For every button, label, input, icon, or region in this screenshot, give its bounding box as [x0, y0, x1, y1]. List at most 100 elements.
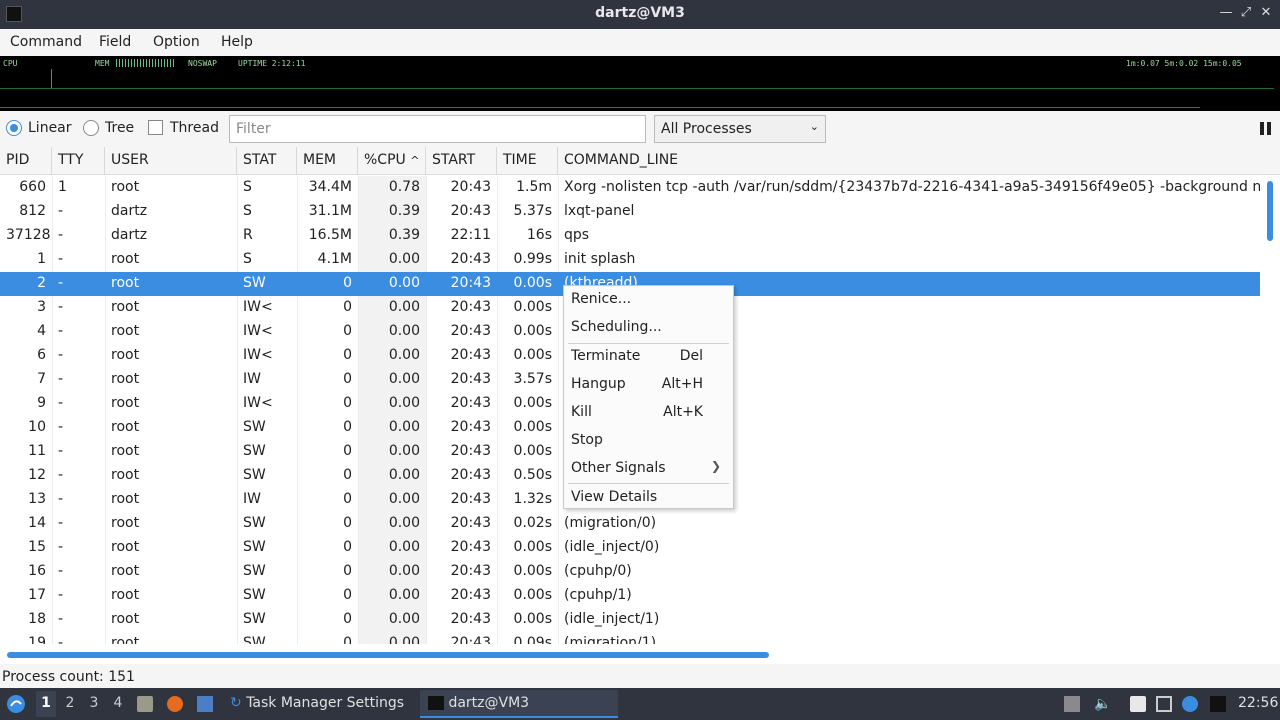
linear-radio[interactable]	[6, 120, 22, 136]
menu-item-hangup[interactable]: Hangup Alt+H	[564, 371, 733, 399]
vertical-scrollbar-thumb[interactable]	[1267, 181, 1273, 241]
process-filter-select[interactable]: All Processes ⌄	[654, 115, 826, 143]
table-row[interactable]: 812- dartz S 31.1M 0.39 20:43 5.37s lxqt-panel	[0, 200, 1260, 224]
table-row[interactable]: 37128- dartz R 16.5M 0.39 22:11 16s qps	[0, 224, 1260, 248]
file-manager-icon[interactable]	[137, 696, 153, 712]
tree-label[interactable]: Tree	[105, 120, 134, 136]
workspace-3[interactable]: 3	[84, 695, 104, 711]
col-time[interactable]: TIME	[497, 147, 558, 175]
filter-input[interactable]	[229, 115, 646, 143]
cell-start: 20:43	[450, 587, 491, 603]
cell-start: 20:43	[450, 419, 491, 435]
cell-cpu: 0.00	[388, 467, 420, 483]
menu-item-terminate[interactable]: Terminate Del	[564, 343, 733, 371]
close-icon[interactable]: ✕	[1258, 5, 1274, 23]
table-row[interactable]: 19 - root SW 0 0.00 20:43 0.09s (migration/1)	[0, 632, 1260, 644]
maximize-icon[interactable]: ⤢	[1238, 5, 1254, 23]
menu-item-label: Kill	[571, 404, 592, 420]
cell-stat: SW	[243, 563, 266, 579]
menu-field[interactable]: Field	[99, 34, 131, 50]
cell-cpu: 0.00	[388, 611, 420, 627]
cell-stat: IW<	[243, 323, 273, 339]
cell-time: 1.32s	[513, 491, 552, 507]
cell-command-line: (cpuhp/0)	[564, 563, 632, 579]
table-row[interactable]: 15- root SW 0 0.00 20:43 0.00s (idle_inject/0)	[0, 536, 1260, 560]
menu-item-label: Hangup	[571, 376, 626, 392]
clipboard-icon[interactable]	[1064, 696, 1080, 712]
notes-icon[interactable]	[1130, 696, 1146, 712]
col-start[interactable]: START	[426, 147, 497, 175]
vertical-scrollbar[interactable]	[1262, 176, 1278, 644]
cell-user: root	[111, 467, 140, 483]
cell-cpu: 0.00	[388, 275, 420, 291]
cell-tty: -	[58, 251, 64, 267]
cell-start: 20:43	[450, 299, 491, 315]
menu-command[interactable]: Command	[10, 34, 82, 50]
menu-item-stop[interactable]: Stop	[564, 427, 733, 455]
graph-line	[0, 88, 1274, 89]
cell-time: 0.00s	[513, 275, 552, 291]
tree-radio[interactable]	[83, 120, 99, 136]
minimize-icon[interactable]: —	[1218, 5, 1234, 23]
task-task-manager-settings[interactable]: ↻ Task Manager Settings	[222, 690, 412, 718]
desktop-icon[interactable]	[197, 696, 213, 712]
menu-help[interactable]: Help	[221, 34, 253, 50]
firefox-icon[interactable]	[167, 696, 183, 712]
linear-label[interactable]: Linear	[28, 120, 72, 136]
cell-start: 20:43	[450, 443, 491, 459]
cell-tty: -	[58, 563, 64, 579]
cell-tty: -	[58, 515, 64, 531]
cell-user: root	[111, 491, 140, 507]
cell-time: 16s	[526, 227, 552, 243]
start-menu-icon[interactable]	[6, 694, 26, 718]
menu-item-view-details[interactable]: View Details	[564, 484, 733, 512]
table-row[interactable]: 1- root S 4.1M 0.00 20:43 0.99s init splash	[0, 248, 1260, 272]
menu-item-other-signals[interactable]: Other Signals ❯	[564, 455, 733, 483]
thread-label[interactable]: Thread	[170, 120, 219, 136]
swap-label: NOSWAP	[188, 59, 217, 68]
menu-item-kill[interactable]: Kill Alt+K	[564, 399, 733, 427]
cell-tty: -	[58, 347, 64, 363]
task-label: dartz@VM3	[448, 695, 530, 711]
menu-item-scheduling[interactable]: Scheduling...	[564, 314, 733, 342]
taskbar: 1 2 3 4 ↻ Task Manager Settings dartz@VM…	[0, 688, 1280, 720]
cell-start: 20:43	[450, 275, 491, 291]
cell-mem: 4.1M	[317, 251, 352, 267]
col-stat[interactable]: STAT	[237, 147, 297, 175]
table-row[interactable]: 17- root SW 0 0.00 20:43 0.00s (cpuhp/1)	[0, 584, 1260, 608]
terminal-tray-icon[interactable]	[1210, 696, 1226, 712]
col-tty[interactable]: TTY	[52, 147, 105, 175]
menu-item-renice[interactable]: Renice...	[564, 286, 733, 314]
workspace-2[interactable]: 2	[60, 695, 80, 711]
thread-checkbox[interactable]	[148, 120, 163, 135]
table-row[interactable]: 16- root SW 0 0.00 20:43 0.00s (cpuhp/0)	[0, 560, 1260, 584]
col-cpu[interactable]: %CPU ^	[358, 147, 426, 175]
col-command-line[interactable]: COMMAND_LINE	[558, 147, 1278, 175]
pause-icon[interactable]	[1259, 122, 1273, 136]
menu-option[interactable]: Option	[153, 34, 200, 50]
table-row[interactable]: 660 1 root S 34.4M 0.78 20:43 1.5m Xorg -noliste…	[0, 176, 1260, 200]
col-mem[interactable]: MEM	[297, 147, 358, 175]
horizontal-scrollbar[interactable]	[0, 648, 1262, 662]
cell-time: 0.99s	[513, 251, 552, 267]
cell-stat: SW	[243, 587, 266, 603]
cell-time: 3.57s	[513, 371, 552, 387]
horizontal-scrollbar-thumb[interactable]	[7, 652, 769, 658]
workspace-1[interactable]: 1	[36, 691, 56, 717]
cell-pid: 2	[37, 275, 46, 291]
table-row[interactable]: 18- root SW 0 0.00 20:43 0.00s (idle_inject/1)	[0, 608, 1260, 632]
volume-icon[interactable]: 🔈	[1094, 696, 1111, 712]
cell-mem: 0	[343, 515, 352, 531]
cell-mem: 0	[343, 467, 352, 483]
task-terminal[interactable]: dartz@VM3	[420, 690, 618, 718]
col-pid[interactable]: PID	[0, 147, 52, 175]
update-icon[interactable]	[1182, 696, 1198, 712]
chevron-right-icon: ❯	[710, 459, 721, 473]
workspace-4[interactable]: 4	[108, 695, 128, 711]
network-icon[interactable]	[1156, 696, 1172, 712]
cell-user: root	[111, 395, 140, 411]
col-user[interactable]: USER	[105, 147, 237, 175]
context-menu: Renice... Scheduling... Terminate Del Han…	[563, 285, 734, 509]
table-row[interactable]: 14- root SW 0 0.00 20:43 0.02s (migration/0)	[0, 512, 1260, 536]
shortcut-label: Alt+H	[661, 376, 703, 392]
